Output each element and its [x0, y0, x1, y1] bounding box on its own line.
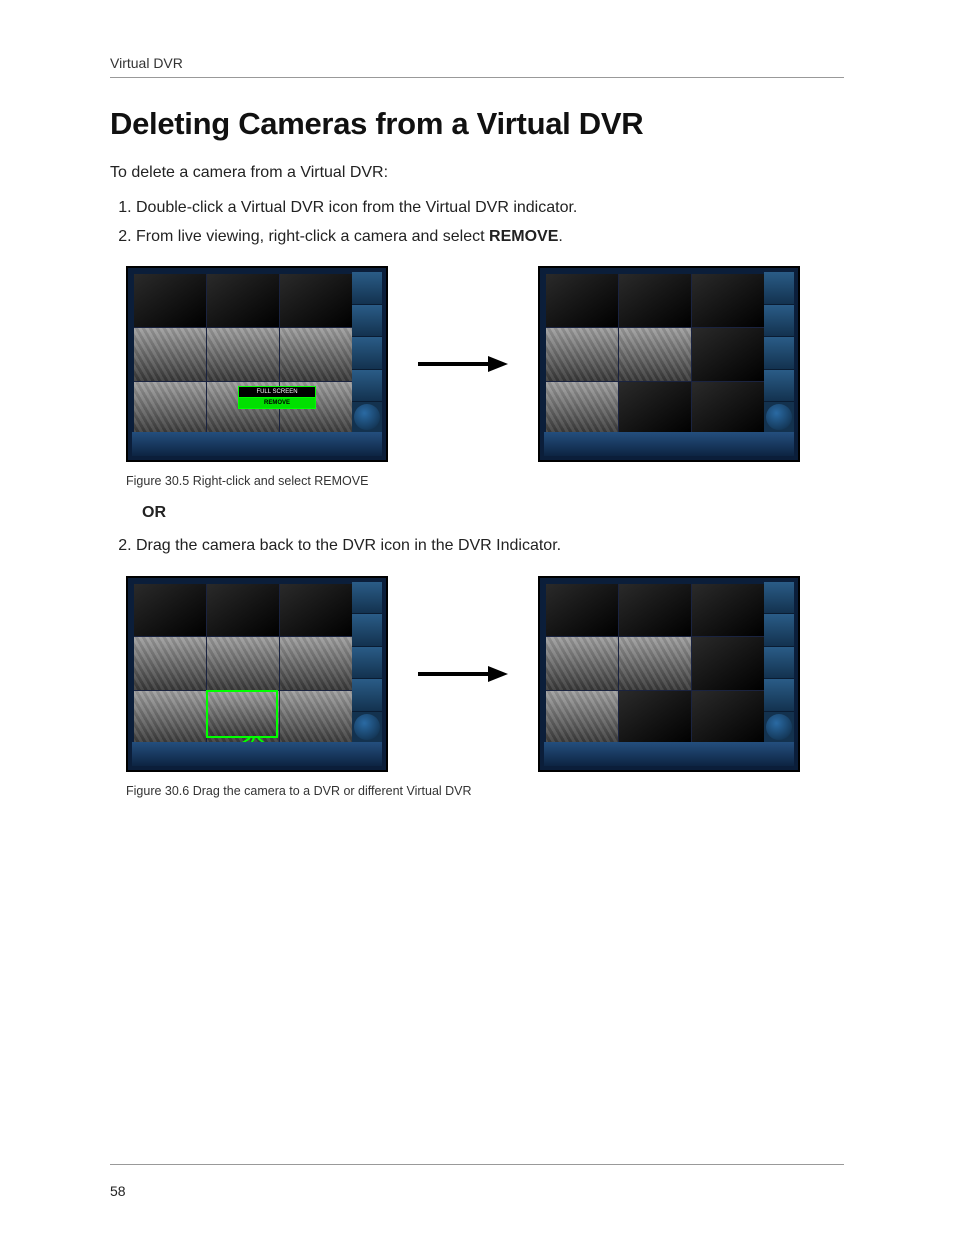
camera-cell — [619, 328, 691, 381]
sidebar-segment — [764, 582, 794, 615]
steps-list-a: Double-click a Virtual DVR icon from the… — [110, 196, 844, 248]
figure-row-1: FULL SCREEN REMOVE — [126, 266, 844, 462]
camera-cell — [692, 584, 764, 637]
context-menu-fullscreen: FULL SCREEN — [238, 386, 316, 397]
arrow-icon — [418, 354, 508, 374]
camera-cell — [692, 637, 764, 690]
footer-rule — [110, 1164, 844, 1165]
document-page: Virtual DVR Deleting Cameras from a Virt… — [0, 0, 954, 1235]
step-2-post: . — [558, 228, 562, 245]
dvr-sidebar — [352, 272, 382, 432]
sidebar-knob — [766, 714, 792, 740]
screenshot-after-1 — [538, 266, 800, 462]
figure-row-2 — [126, 576, 844, 772]
dvr-bottom-bar — [544, 432, 794, 456]
dvr-sidebar — [352, 582, 382, 742]
steps-list-b: Drag the camera back to the DVR icon in … — [110, 534, 844, 557]
screenshot-after-2 — [538, 576, 800, 772]
camera-cell — [134, 691, 206, 744]
sidebar-segment — [764, 337, 794, 370]
camera-cell — [280, 274, 352, 327]
camera-grid — [134, 274, 352, 434]
camera-cell — [692, 274, 764, 327]
step-2: From live viewing, right-click a camera … — [136, 225, 844, 248]
top-rule — [110, 77, 844, 78]
camera-cell — [207, 584, 279, 637]
page-number: 58 — [110, 1183, 126, 1199]
sidebar-knob — [766, 404, 792, 430]
figure-caption-1: Figure 30.5 Right-click and select REMOV… — [126, 474, 844, 488]
camera-grid — [546, 274, 764, 434]
dvr-bottom-bar — [132, 432, 382, 456]
screenshot-before-2 — [126, 576, 388, 772]
sidebar-segment — [764, 647, 794, 680]
sidebar-segment — [352, 370, 382, 403]
camera-cell — [546, 274, 618, 327]
sidebar-segment — [764, 272, 794, 305]
step-2-pre: From live viewing, right-click a camera … — [136, 228, 489, 245]
dvr-bottom-bar — [544, 742, 794, 766]
camera-cell — [619, 637, 691, 690]
camera-cell — [692, 328, 764, 381]
camera-cell — [692, 691, 764, 744]
running-head: Virtual DVR — [110, 55, 844, 71]
arrow-icon — [418, 664, 508, 684]
sidebar-segment — [352, 272, 382, 305]
camera-cell — [134, 328, 206, 381]
sidebar-knob — [354, 714, 380, 740]
sidebar-segment — [352, 614, 382, 647]
camera-cell — [134, 637, 206, 690]
or-label: OR — [142, 504, 844, 522]
sidebar-segment — [352, 647, 382, 680]
camera-cell — [546, 328, 618, 381]
step-1: Double-click a Virtual DVR icon from the… — [136, 196, 844, 219]
sidebar-segment — [764, 614, 794, 647]
camera-cell — [619, 691, 691, 744]
camera-cell — [546, 691, 618, 744]
sidebar-segment — [764, 370, 794, 403]
sidebar-segment — [352, 582, 382, 615]
dvr-sidebar — [764, 272, 794, 432]
camera-cell — [280, 328, 352, 381]
drag-selection-box — [206, 690, 278, 738]
step-2-bold: REMOVE — [489, 228, 558, 245]
camera-cell — [134, 382, 206, 435]
camera-cell — [546, 637, 618, 690]
camera-cell — [619, 382, 691, 435]
context-menu: FULL SCREEN REMOVE — [238, 386, 316, 409]
camera-cell — [546, 584, 618, 637]
camera-cell — [134, 584, 206, 637]
page-title: Deleting Cameras from a Virtual DVR — [110, 106, 844, 142]
camera-cell — [280, 584, 352, 637]
camera-cell — [546, 382, 618, 435]
camera-cell — [692, 382, 764, 435]
camera-cell — [207, 637, 279, 690]
sidebar-segment — [352, 305, 382, 338]
camera-cell — [134, 274, 206, 327]
intro-text: To delete a camera from a Virtual DVR: — [110, 164, 844, 182]
dvr-sidebar — [764, 582, 794, 742]
dvr-bottom-bar — [132, 742, 382, 766]
sidebar-segment — [352, 679, 382, 712]
camera-cell — [280, 637, 352, 690]
sidebar-segment — [352, 337, 382, 370]
camera-cell — [619, 584, 691, 637]
camera-cell — [207, 274, 279, 327]
step-2b: Drag the camera back to the DVR icon in … — [136, 534, 844, 557]
camera-cell — [619, 274, 691, 327]
context-menu-remove: REMOVE — [238, 397, 316, 409]
figure-caption-2: Figure 30.6 Drag the camera to a DVR or … — [126, 784, 844, 798]
sidebar-knob — [354, 404, 380, 430]
screenshot-before-1: FULL SCREEN REMOVE — [126, 266, 388, 462]
camera-cell — [207, 328, 279, 381]
sidebar-segment — [764, 305, 794, 338]
sidebar-segment — [764, 679, 794, 712]
camera-grid — [546, 584, 764, 744]
